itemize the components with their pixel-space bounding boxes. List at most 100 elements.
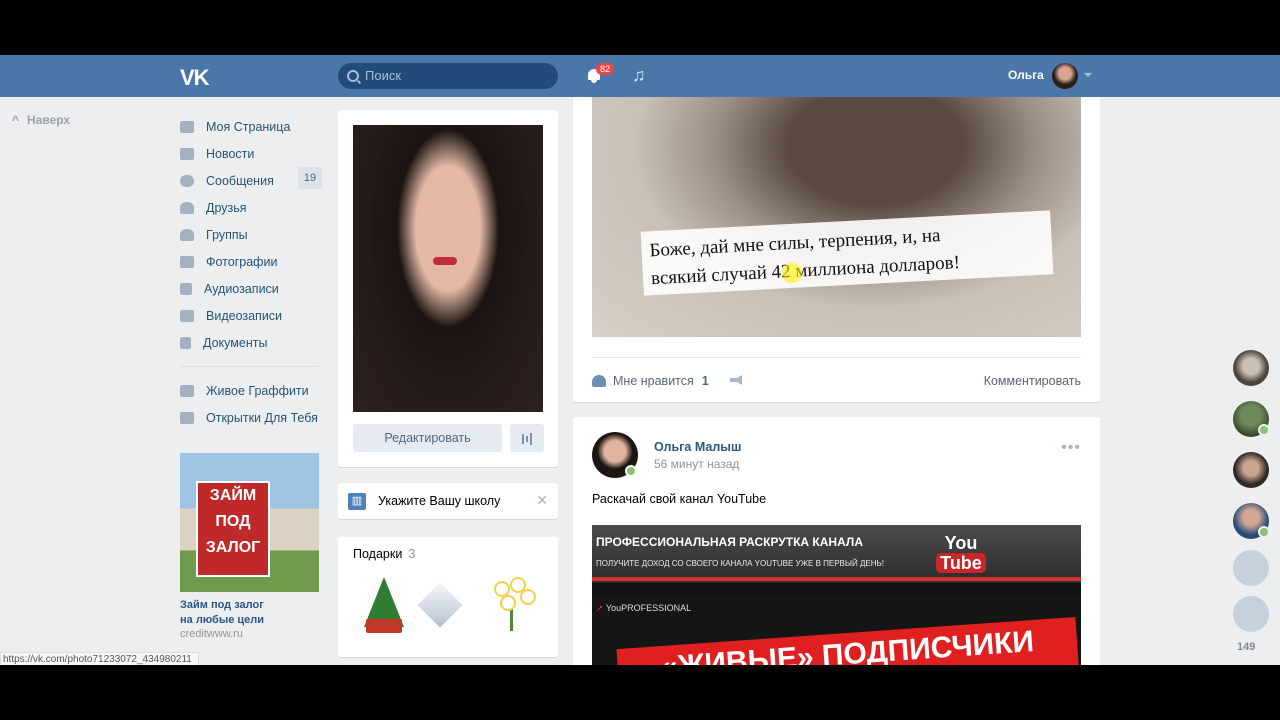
search-input[interactable]: Поиск [338, 63, 558, 89]
vk-screen: VK Поиск 82 ♫ Ольга Наверх Моя Страница … [0, 55, 1280, 665]
banner-heading: ПРОФЕССИОНАЛЬНАЯ РАСКРУТКА КАНАЛА [596, 535, 863, 549]
music-icon [180, 282, 192, 295]
sidebar-item-photos[interactable]: Фотографии [180, 248, 322, 275]
gift-diamond[interactable] [417, 575, 468, 635]
banner-brand: YouPROFESSIONAL [596, 603, 691, 614]
heart-icon [592, 375, 606, 387]
default-avatar-icon[interactable] [1233, 550, 1269, 586]
camera-icon [180, 255, 194, 268]
post-image-caption: Боже, дай мне силы, терпения, и, на всяк… [640, 210, 1054, 296]
sidebar-item-label: Друзья [206, 200, 247, 215]
post-author-avatar[interactable] [592, 432, 638, 478]
vk-logo[interactable]: VK [180, 65, 210, 91]
messages-icon [180, 174, 194, 187]
like-label: Мне нравится [613, 374, 694, 388]
online-indicator [1258, 424, 1270, 436]
sidebar-item-messages[interactable]: Сообщения 19 [180, 167, 322, 194]
sidebar-item-app-cards[interactable]: Открытки Для Тебя [180, 404, 322, 431]
sidebar-item-audio[interactable]: Аудиозаписи [180, 275, 322, 302]
ad-title[interactable]: Займ под залог на любые цели [180, 598, 319, 628]
post-banner-image[interactable]: ПРОФЕССИОНАЛЬНАЯ РАСКРУТКА КАНАЛА ПОЛУЧИ… [592, 525, 1081, 665]
online-indicator [625, 465, 637, 477]
banner-top: ПРОФЕССИОНАЛЬНАЯ РАСКРУТКА КАНАЛА ПОЛУЧИ… [592, 525, 1081, 583]
gifts-count: 3 [408, 547, 416, 561]
friend-avatar[interactable] [1233, 350, 1269, 386]
default-avatar-icon[interactable] [1233, 596, 1269, 632]
gift-christmas-tree[interactable] [360, 575, 408, 635]
friends-online-bar: 149 [1227, 340, 1275, 665]
friends-icon [180, 201, 194, 214]
sidebar-item-app-graffiti[interactable]: Живое Граффити [180, 377, 322, 404]
sidebar-nav: Моя Страница Новости Сообщения 19 Друзья … [180, 113, 322, 431]
online-indicator [1258, 526, 1270, 538]
app-grid-icon [180, 384, 194, 397]
school-prompt[interactable]: ▥ Укажите Вашу школу ✕ [338, 483, 558, 519]
school-prompt-text: Укажите Вашу школу [378, 494, 501, 508]
groups-icon [180, 228, 194, 241]
music-icon[interactable]: ♫ [632, 65, 646, 86]
sidebar-item-label: Группы [206, 227, 248, 242]
like-count: 1 [701, 374, 709, 388]
friend-avatar[interactable] [1233, 503, 1270, 539]
back-to-top-link[interactable]: Наверх [12, 113, 70, 127]
stats-button[interactable] [510, 424, 544, 452]
stats-icon [521, 431, 533, 445]
news-icon [180, 147, 194, 160]
post-image[interactable]: Боже, дай мне силы, терпения, и, на всяк… [592, 97, 1081, 337]
banner-stripe [592, 577, 1081, 581]
document-icon [180, 336, 191, 349]
top-header: VK Поиск 82 ♫ Ольга [0, 55, 1280, 97]
profile-photo[interactable] [353, 125, 543, 412]
app-grid-icon [180, 411, 194, 424]
sidebar-item-documents[interactable]: Документы [180, 329, 322, 356]
gift-daisies[interactable] [488, 575, 536, 635]
share-icon[interactable] [730, 375, 742, 385]
edit-profile-button[interactable]: Редактировать [353, 424, 502, 452]
gifts-title[interactable]: Подарки 3 [353, 547, 415, 561]
sidebar-item-label: Документы [203, 335, 268, 350]
friend-avatar[interactable] [1233, 452, 1269, 488]
post-divider [592, 357, 1081, 358]
sidebar-item-label: Фотографии [206, 254, 278, 269]
sidebar-item-news[interactable]: Новости [180, 140, 322, 167]
status-bar-url: https://vk.com/photo71233072_434980211 [0, 652, 199, 665]
user-avatar[interactable] [1052, 63, 1078, 89]
online-friends-count[interactable]: 149 [1237, 641, 1255, 653]
youtube-logo-you: You [944, 533, 978, 553]
ad-sign-line: ЗАЛОГ [205, 539, 261, 556]
sidebar-item-label: Аудиозаписи [204, 281, 279, 296]
user-name[interactable]: Ольга [1008, 68, 1044, 82]
sidebar-item-label: Живое Граффити [206, 383, 309, 398]
youtube-logo-tube: Tube [936, 553, 986, 573]
notifications-badge: 82 [596, 63, 615, 75]
search-placeholder: Поиск [365, 68, 402, 83]
sidebar-item-label: Моя Страница [206, 119, 291, 134]
close-icon[interactable]: ✕ [536, 492, 548, 509]
video-icon [180, 309, 194, 322]
profile-card: Редактировать [338, 110, 558, 467]
home-icon [180, 120, 194, 133]
ad-image[interactable]: ЗАЙМ ПОД ЗАЛОГ [180, 453, 319, 592]
ad-sign-line: ПОД [215, 513, 251, 530]
ad-sign: ЗАЙМ ПОД ЗАЛОГ [196, 481, 270, 577]
friend-avatar[interactable] [1233, 401, 1270, 437]
more-options-icon[interactable]: ••• [1061, 439, 1081, 457]
youtube-logo: You Tube [934, 533, 988, 581]
post-timestamp[interactable]: 56 минут назад [654, 457, 739, 471]
comment-button[interactable]: Комментировать [984, 374, 1081, 388]
sidebar-item-my-page[interactable]: Моя Страница [180, 113, 322, 140]
banner-subheading: ПОЛУЧИТЕ ДОХОД СО СВОЕГО КАНАЛА YOUTUBE … [596, 559, 884, 568]
like-button[interactable]: Мне нравится 1 [592, 374, 709, 388]
messages-count: 19 [298, 167, 322, 189]
chevron-down-icon[interactable] [1084, 73, 1092, 77]
sidebar-item-label: Открытки Для Тебя [206, 410, 318, 425]
search-icon [347, 70, 359, 82]
post-card: Боже, дай мне силы, терпения, и, на всяк… [573, 97, 1100, 402]
sidebar-ad[interactable]: ЗАЙМ ПОД ЗАЛОГ Займ под залог на любые ц… [180, 453, 319, 640]
sidebar-item-groups[interactable]: Группы [180, 221, 322, 248]
sidebar-item-friends[interactable]: Друзья [180, 194, 322, 221]
sidebar-item-label: Сообщения [206, 173, 274, 188]
sidebar-divider [180, 366, 318, 367]
post-author-name[interactable]: Ольга Малыш [654, 440, 741, 454]
sidebar-item-video[interactable]: Видеозаписи [180, 302, 322, 329]
